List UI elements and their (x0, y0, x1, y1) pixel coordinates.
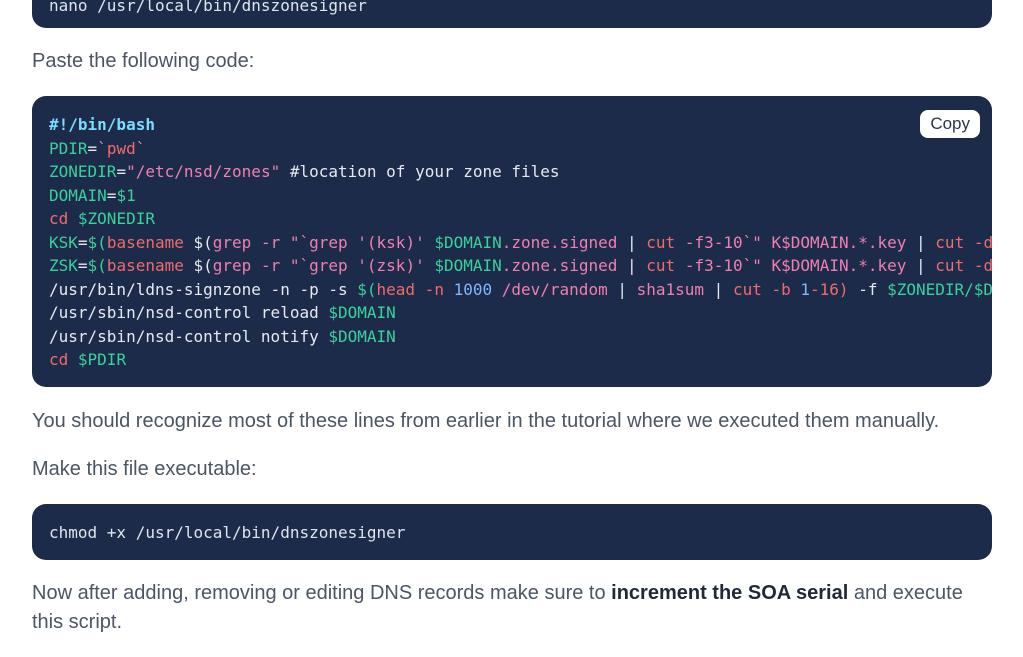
code-token: basename (106, 256, 184, 275)
code-token: cut -d':' -f1) (935, 256, 992, 275)
code-token: K$DOMAIN.*.key (761, 256, 907, 275)
code-token: $ZONEDIR (77, 209, 155, 228)
code-token: 1000 (453, 279, 493, 299)
code-line: PDIR=`pwd` (49, 139, 145, 158)
code-line: /usr/sbin/nsd-control notify $DOMAIN (49, 327, 396, 346)
code-token: $1 (116, 185, 136, 205)
code-token: 1 (800, 279, 811, 299)
copy-button[interactable]: Copy (920, 110, 980, 138)
code-token: head -n (376, 279, 454, 299)
code-token: .zone.signed (501, 232, 618, 252)
code-token: $PDIR (77, 350, 127, 369)
code-token: sha1sum (636, 279, 705, 299)
code-token: $DOMAIN (328, 303, 396, 322)
code-token: $DOMAIN (328, 326, 396, 346)
code-line: ZONEDIR="/etc/nsd/zones" #location of yo… (49, 162, 560, 181)
code-token: grep -r "`grep '(zsk)' (212, 256, 435, 275)
code-token: $DOMAIN (434, 256, 502, 275)
code-token: $( (87, 232, 107, 252)
code-text: nano /usr/local/bin/dnszonesigner (49, 0, 367, 15)
code-token: = (106, 185, 117, 205)
code-line: cd $PDIR (49, 350, 126, 369)
code-token: basename (106, 232, 184, 252)
script-code: #!/bin/bash PDIR=`pwd` ZONEDIR="/etc/nsd… (32, 96, 992, 372)
code-token: $ZONEDIR/$DOMAIN.zone.signed $DOMAIN.zon… (887, 279, 992, 299)
code-line: #!/bin/bash (49, 115, 155, 134)
code-token: PDIR (49, 138, 88, 158)
code-token: grep -r "`grep '(ksk)' (212, 232, 435, 252)
code-token: ZSK (49, 256, 78, 275)
paragraph-after: Now after adding, removing or editing DN… (32, 579, 992, 637)
paragraph-recognize: You should recognize most of these lines… (32, 410, 940, 432)
code-token: = (77, 232, 88, 252)
text-run: Now after adding, removing or editing DN… (32, 582, 612, 604)
code-line: cd $ZONEDIR (49, 209, 155, 228)
code-token: ` (135, 138, 146, 158)
paragraph-paste: Paste the following code: (32, 50, 255, 72)
paragraph-executable: Make this file executable: (32, 458, 257, 480)
code-token: cut -d':' -f1) (935, 232, 992, 252)
code-token: /usr/sbin/nsd-control reload (49, 303, 329, 322)
code-token: cd (49, 209, 69, 228)
code-block-nano: nano /usr/local/bin/dnszonesigner (32, 0, 992, 28)
code-token: "/etc/nsd/zones" (126, 162, 281, 181)
code-token: .zone.signed (501, 256, 618, 275)
code-block-script: #!/bin/bash PDIR=`pwd` ZONEDIR="/etc/nsd… (32, 96, 992, 387)
code-token: -f3-10`" (675, 256, 762, 275)
code-token: $( (183, 232, 213, 252)
code-text: chmod +x /usr/local/bin/dnszonesigner (49, 523, 406, 542)
code-token: #location of your zone files (280, 162, 560, 181)
code-token: = (116, 162, 127, 181)
code-token: cut -b (732, 279, 801, 299)
code-token: = (87, 138, 98, 158)
code-line: KSK=$(basename $(grep -r "`grep '(ksk)' … (49, 233, 992, 252)
code-token: $( (87, 256, 107, 275)
code-token: -f (848, 279, 888, 299)
code-token: -f3-10`" (675, 232, 762, 252)
code-token: #!/bin/bash (49, 115, 155, 134)
code-token: -16) (810, 279, 849, 299)
code-token: | (906, 232, 936, 252)
code-token: ZONEDIR (49, 162, 117, 181)
code-token: $( (183, 256, 213, 275)
code-token: /usr/sbin/nsd-control notify (49, 326, 329, 346)
code-token: DOMAIN (49, 185, 107, 205)
code-token: | (607, 279, 637, 299)
code-token: /usr/bin/ldns-signzone -n -p -s (49, 279, 358, 299)
code-token: | (906, 256, 936, 275)
code-token: cut (646, 232, 676, 252)
code-token: pwd (106, 138, 136, 158)
code-token: KSK (49, 232, 78, 252)
code-block-chmod: chmod +x /usr/local/bin/dnszonesigner (32, 504, 992, 560)
code-token: | (704, 279, 733, 299)
code-line: /usr/bin/ldns-signzone -n -p -s $(head -… (49, 280, 992, 299)
code-token: ` (97, 138, 107, 158)
bold-text: increment the SOA serial (611, 582, 849, 604)
code-token: | (617, 232, 647, 252)
code-token: K$DOMAIN.*.key (761, 232, 907, 252)
code-token: = (77, 256, 88, 275)
code-token: cd (49, 350, 69, 369)
code-token: cut (646, 256, 676, 275)
code-line: /usr/sbin/nsd-control reload $DOMAIN (49, 303, 396, 322)
code-line: ZSK=$(basename $(grep -r "`grep '(zsk)' … (49, 256, 992, 275)
code-token: /dev/random (492, 279, 608, 299)
code-token: $( (357, 279, 377, 299)
code-token: $DOMAIN (434, 232, 502, 252)
code-token: | (617, 256, 647, 275)
code-line: DOMAIN=$1 (49, 186, 136, 205)
